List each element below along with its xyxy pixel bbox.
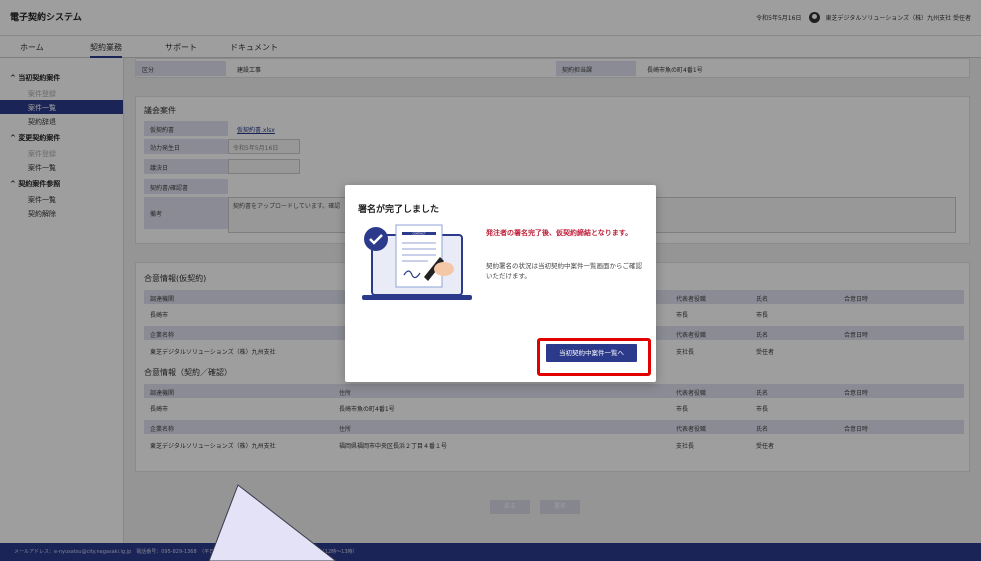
illustration-document-label: CONTRACT — [412, 232, 426, 235]
signing-illustration-icon: CONTRACT — [362, 224, 472, 300]
dialog-title: 署名が完了しました — [358, 205, 440, 215]
dialog-info-text: 契約署名の状況は当初契約中案件一覧画面からご確認いただけます。 — [486, 262, 642, 280]
highlight-frame — [537, 338, 651, 376]
dialog-warning-text: 発注者の署名完了後、仮契約締結となります。 — [486, 229, 633, 237]
